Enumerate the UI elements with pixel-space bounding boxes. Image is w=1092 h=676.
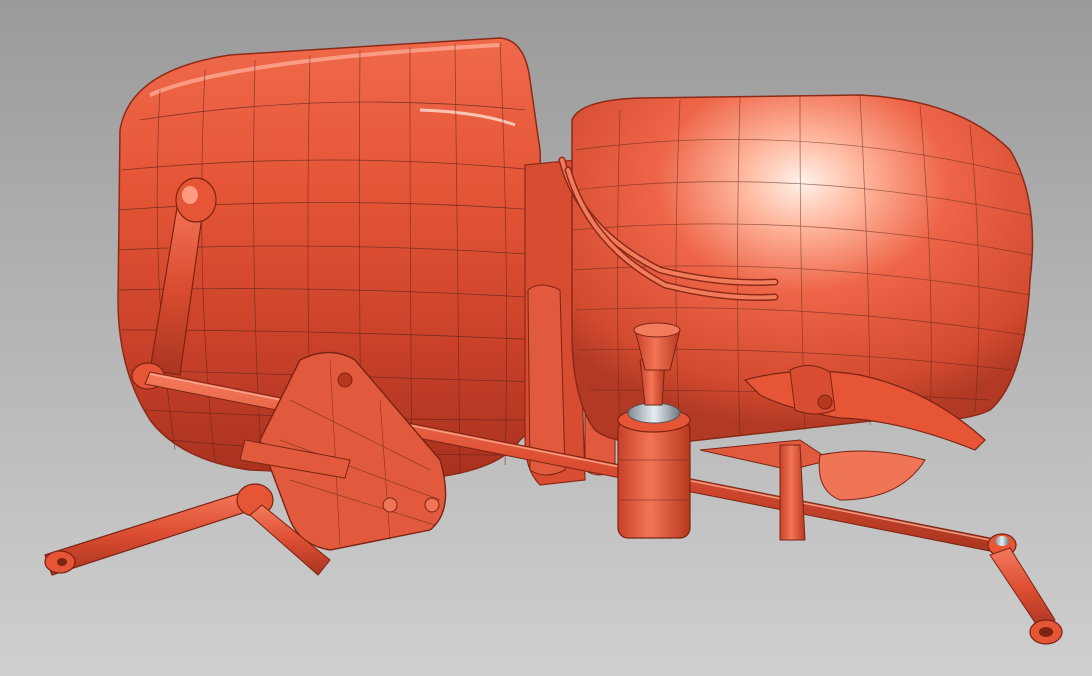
- model-render: [44, 37, 1063, 645]
- 3d-viewport[interactable]: [0, 0, 1092, 676]
